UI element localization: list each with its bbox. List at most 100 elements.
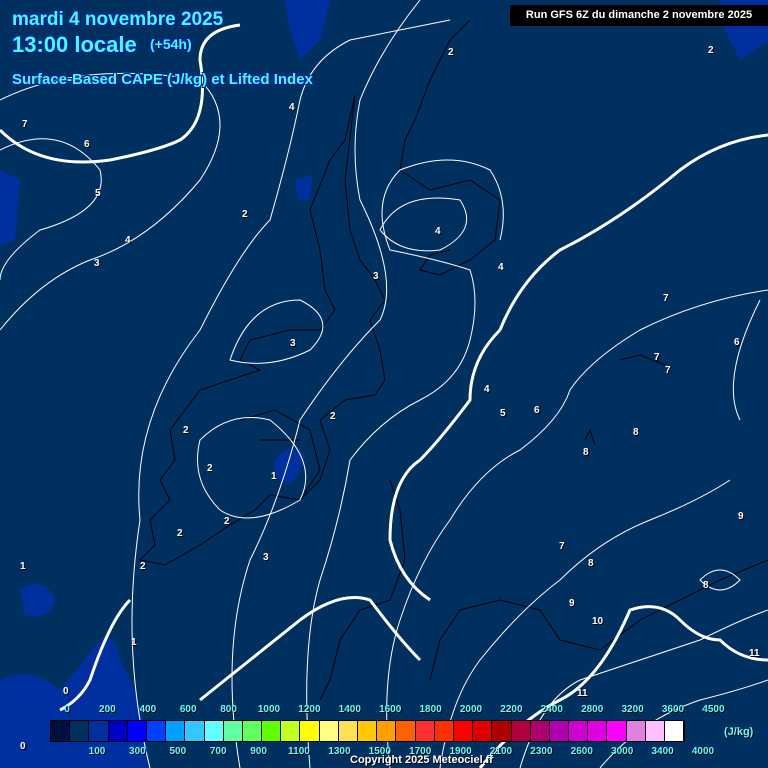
contour-label: 1: [20, 561, 26, 572]
legend-swatch: [415, 721, 435, 741]
contour-label: 2: [224, 516, 230, 527]
legend-tick-top: 2400: [540, 704, 563, 715]
coastlines: [138, 19, 768, 701]
legend-swatch: [607, 721, 627, 741]
legend-tick-bottom: 1100: [288, 746, 310, 757]
contour-label: 2: [448, 47, 454, 58]
contour-label: 3: [290, 338, 296, 349]
legend-tick-top: 2000: [459, 704, 483, 715]
contour-label: 7: [654, 352, 660, 363]
contour-label: 8: [703, 580, 709, 591]
legend-tick-top: 2800: [581, 704, 604, 715]
contour-label: 2: [140, 561, 146, 572]
legend-swatch: [453, 721, 474, 741]
contour-label: 6: [84, 139, 90, 150]
contour-label: 2: [207, 463, 213, 474]
contour-label: 3: [263, 552, 269, 563]
legend-swatch: [242, 721, 263, 741]
legend-swatch: [338, 721, 358, 741]
contour-label: 2: [183, 425, 189, 436]
contour-label: 2: [177, 528, 183, 539]
cape-map: [0, 0, 768, 768]
legend-swatch: [319, 721, 339, 741]
legend-tick-top: 2200: [500, 704, 523, 715]
legend-tick-bottom: 500: [169, 746, 187, 757]
legend-swatch: [492, 721, 512, 741]
run-info: Run GFS 6Z du dimanche 2 novembre 2025: [510, 5, 768, 26]
contour-label: 7: [22, 119, 28, 130]
legend-tick-bottom: 300: [129, 746, 146, 757]
contour-label: 1: [131, 637, 137, 648]
contour-label: 0: [20, 741, 26, 752]
legend-swatch: [166, 721, 186, 741]
cape-shading: [0, 0, 768, 768]
legend-tick-bottom: 2300: [530, 746, 553, 757]
legend-tick-bottom: 3400: [651, 746, 674, 757]
legend-swatch: [185, 721, 205, 741]
legend-tick-bottom: 700: [209, 746, 227, 757]
contour-label: 9: [569, 598, 575, 609]
legend-swatch: [262, 721, 282, 741]
contour-label: 2: [330, 411, 336, 422]
contour-label: 1: [271, 471, 277, 482]
legend-swatch: [51, 721, 71, 741]
contour-label: 4: [125, 235, 131, 246]
legend-swatch: [127, 721, 147, 741]
contour-label: 6: [734, 337, 740, 348]
legend-tick-top: 1400: [338, 704, 361, 715]
contour-label: 4: [435, 226, 441, 237]
contour-label: 3: [94, 258, 100, 269]
contour-label: 4: [498, 262, 504, 273]
legend-swatch: [223, 721, 243, 741]
legend-swatch: [511, 721, 531, 741]
legend-swatch: [396, 721, 416, 741]
legend-swatch: [300, 721, 320, 741]
contour-label: 7: [665, 365, 671, 376]
contour-label: 5: [95, 188, 101, 199]
color-legend: [50, 720, 686, 742]
legend-tick-top: 3200: [621, 704, 644, 715]
legend-tick-top: 4500: [702, 704, 725, 715]
legend-tick-top: 1000: [257, 704, 281, 715]
contour-label: 8: [633, 427, 639, 438]
legend-tick-top: 0: [64, 704, 70, 715]
copyright: Copyright 2025 Meteociel.fr: [350, 754, 494, 766]
legend-tick-bottom: 2600: [570, 746, 593, 757]
legend-tick-top: 600: [179, 704, 197, 715]
legend-swatch: [281, 721, 301, 741]
legend-tick-top: 3600: [661, 704, 685, 715]
contour-label: 2: [708, 45, 714, 56]
legend-swatch: [89, 721, 109, 741]
legend-unit: (J/kg): [724, 726, 754, 738]
legend-swatch: [377, 721, 397, 741]
contour-label: 11: [749, 648, 760, 659]
contour-label: 7: [663, 293, 669, 304]
legend-tick-top: 400: [139, 704, 157, 715]
contour-label: 5: [500, 408, 506, 419]
contour-label: 4: [289, 102, 295, 113]
legend-tick-bottom: 900: [250, 746, 267, 757]
legend-tick-top: 1600: [379, 704, 402, 715]
legend-tick-top: 1800: [419, 704, 442, 715]
legend-tick-top: 200: [99, 704, 116, 715]
contour-label: 2: [242, 209, 248, 220]
legend-swatch: [358, 721, 378, 741]
legend-tick-bottom: 3000: [611, 746, 634, 757]
contour-label: 11: [577, 688, 588, 699]
legend-swatch: [204, 721, 224, 741]
forecast-lead: (+54h): [150, 36, 192, 52]
contour-label: 8: [583, 447, 589, 458]
legend-swatch: [626, 721, 646, 741]
legend-swatch: [473, 721, 493, 741]
legend-swatch: [434, 721, 454, 741]
legend-swatch: [588, 721, 608, 741]
contour-label: 7: [559, 541, 565, 552]
legend-tick-top: 800: [220, 704, 237, 715]
legend-tick-bottom: 100: [88, 746, 106, 757]
contour-label: 4: [484, 384, 490, 395]
parameter-title: Surface-Based CAPE (J/kg) et Lifted Inde…: [12, 71, 313, 88]
contour-label: 0: [63, 686, 69, 697]
legend-tick-top: 1200: [298, 704, 321, 715]
contour-label: 10: [592, 616, 604, 627]
contour-label: 3: [373, 271, 379, 282]
